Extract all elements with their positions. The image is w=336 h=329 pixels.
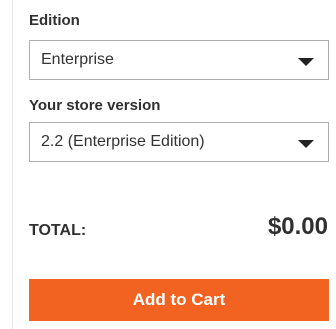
purchase-options-panel: Edition Enterprise Your store version 2.… [12,0,336,329]
total-label: TOTAL: [29,222,87,239]
edition-selected-value: Enterprise [41,51,114,68]
caret-down-icon [298,140,314,148]
store-version-label: Your store version [29,97,161,114]
total-price: $0.00 [267,213,328,240]
edition-select[interactable]: Enterprise [29,40,329,80]
store-version-selected-value: 2.2 (Enterprise Edition) [41,133,205,150]
caret-down-icon [298,58,314,66]
add-to-cart-button[interactable]: Add to Cart [29,279,329,321]
store-version-select[interactable]: 2.2 (Enterprise Edition) [29,122,329,162]
edition-label: Edition [29,12,80,29]
